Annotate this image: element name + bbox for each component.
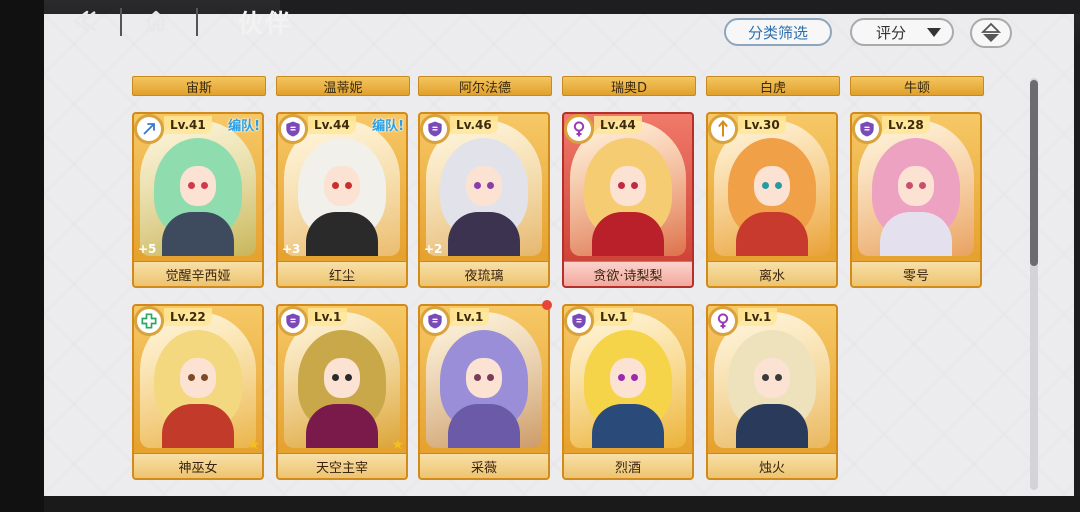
partner-card[interactable]: Lv.46 +2 夜琉璃 [418,112,550,288]
home-button[interactable] [138,6,174,36]
level-label: Lv.44 [594,116,642,134]
card-name: 烈酒 [564,453,692,478]
partner-name-strip[interactable]: 白虎 [706,76,840,96]
partner-card[interactable]: Lv.44 编队! +3 红尘 [276,112,408,288]
partner-name: 瑞奥D [610,80,647,96]
back-button[interactable] [64,6,104,36]
dropdown-arrow-icon [927,28,941,37]
shield-icon [420,114,450,144]
cross-icon [134,306,164,336]
shield-icon [564,306,594,336]
partner-card[interactable]: Lv.30 离水 [706,112,838,288]
card-name: 天空主宰 [278,453,406,478]
scrollbar-thumb[interactable] [1030,80,1038,266]
partner-card[interactable]: Lv.1 ★ 天空主宰 [276,304,408,480]
partner-card[interactable]: Lv.1 采薇 [418,304,550,480]
partner-name: 温蒂妮 [323,80,363,96]
left-edge-bar [0,0,44,512]
card-name: 红尘 [278,261,406,286]
level-label: Lv.46 [450,116,498,134]
arrow-icon [708,114,738,144]
shield-icon [852,114,882,144]
level-label: Lv.1 [594,308,634,326]
level-label: Lv.41 [164,116,212,134]
level-label: Lv.44 [308,116,356,134]
sort-order-button[interactable] [970,18,1012,48]
card-name: 烛火 [708,453,836,478]
partner-name-strip[interactable]: 温蒂妮 [276,76,410,96]
level-label: Lv.1 [738,308,778,326]
sort-dropdown[interactable]: 评分 [850,18,954,46]
level-label: Lv.28 [882,116,930,134]
upgrade-badge: +5 [138,242,157,256]
top-bar-overlay [280,0,1080,14]
venus-icon [564,114,594,144]
shield-icon [420,306,450,336]
partner-name-strip[interactable]: 阿尔法德 [418,76,552,96]
card-name: 觉醒辛西娅 [134,261,262,286]
partner-card[interactable]: Lv.1 烛火 [706,304,838,480]
partner-name-strip[interactable]: 瑞奥D [562,76,696,96]
level-label: Lv.22 [164,308,212,326]
bottom-bar [44,496,1080,512]
partner-card[interactable]: Lv.41 编队! +5 觉醒辛西娅 [132,112,264,288]
page-title: 伙伴 [238,9,293,38]
partner-name: 白虎 [759,80,786,96]
level-label: Lv.1 [308,308,348,326]
card-name: 神巫女 [134,453,262,478]
partner-name: 阿尔法德 [458,80,511,96]
card-name: 离水 [708,261,836,286]
level-label: Lv.1 [450,308,490,326]
partner-name: 牛顿 [903,80,930,96]
shield-icon [278,114,308,144]
card-name: 采薇 [420,453,548,478]
partner-name: 宙斯 [185,80,212,96]
venus-icon [708,306,738,336]
shield-icon [278,306,308,336]
team-badge: 编队! [372,119,404,134]
sort-order-icon [981,22,1001,42]
partner-card[interactable]: Lv.44 贪欲·诗梨梨 [562,112,694,288]
team-badge: 编队! [228,119,260,134]
partner-name-strip[interactable]: 宙斯 [132,76,266,96]
card-name: 零号 [852,261,980,286]
filter-button[interactable]: 分类筛选 [724,18,832,46]
separator [120,8,122,36]
notification-dot [542,300,552,310]
home-icon [145,10,167,32]
filter-label: 分类筛选 [747,23,808,42]
partner-card[interactable]: Lv.1 烈酒 [562,304,694,480]
upgrade-badge: +3 [282,242,301,256]
partner-card[interactable]: Lv.22 ★ 神巫女 [132,304,264,480]
partner-name-strip[interactable]: 牛顿 [850,76,984,96]
star-icon: ★ [247,437,260,453]
back-arrow-icon [73,10,96,32]
level-label: Lv.30 [738,116,786,134]
star-icon: ★ [391,437,404,453]
upgrade-badge: +2 [424,242,443,256]
card-name: 夜琉璃 [420,261,548,286]
partner-card[interactable]: Lv.28 零号 [850,112,982,288]
separator [196,8,198,36]
card-name: 贪欲·诗梨梨 [564,261,692,286]
sort-label: 评分 [876,23,907,42]
bow-icon [134,114,164,144]
